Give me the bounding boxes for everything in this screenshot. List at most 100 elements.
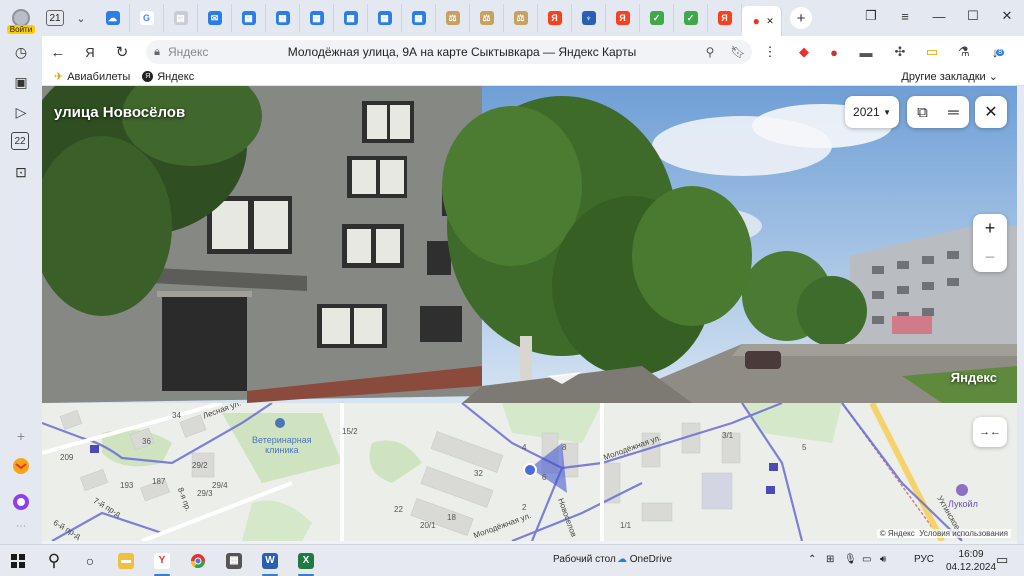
bookmark-item[interactable]: Я Яндекс (142, 71, 194, 83)
open-external-icon[interactable]: ⧉ (907, 104, 938, 121)
calendar-icon[interactable]: 22 (11, 132, 29, 150)
minimize-button[interactable]: — (922, 0, 956, 32)
browser-tab[interactable]: ⚖ (436, 4, 470, 32)
alice-icon[interactable] (11, 492, 31, 512)
browser-tab[interactable]: ⚖ (470, 4, 504, 32)
doc-icon: ▦ (377, 11, 392, 25)
doc-icon: ▦ (343, 11, 358, 25)
clock[interactable]: 16:09 04.12.2024 (946, 548, 996, 574)
browser-tab[interactable]: ▦ (368, 4, 402, 32)
collapse-map-button[interactable]: →← (973, 417, 1007, 447)
yandex-logo: Яндекс (950, 370, 997, 385)
mail-icon: ✉ (207, 11, 222, 25)
browser-tab[interactable]: Я (538, 4, 572, 32)
check-icon: ✓ (649, 11, 664, 25)
street-panorama[interactable]: улица Новосёлов 2021 ▼ ⧉ ═ ✕ + − Яндекс (42, 86, 1017, 403)
poi-label[interactable]: Лукойл (948, 499, 978, 509)
extension-icon[interactable]: ▬ (854, 40, 878, 64)
more-icon[interactable]: ⋯ (11, 516, 31, 536)
lock-icon[interactable]: 🔒︎ (146, 46, 168, 59)
browser-tab[interactable]: ✓ (674, 4, 708, 32)
browser-tab[interactable]: ⚖ (504, 4, 538, 32)
house-number: 29/2 (192, 461, 208, 470)
browser-tab[interactable]: ▦ (300, 4, 334, 32)
network-icon[interactable]: ⊞ (826, 554, 834, 565)
chrome-icon[interactable] (180, 545, 216, 576)
menu-icon[interactable]: ═ (938, 104, 969, 121)
other-bookmarks[interactable]: Другие закладки ⌄ (901, 70, 998, 83)
more-options-icon[interactable]: ⋮ (758, 40, 782, 64)
zoom-in-button[interactable]: + (985, 214, 996, 243)
browser-tab[interactable]: ✉ (198, 4, 232, 32)
bookmark-item[interactable]: ✈ Авиабилеты (54, 70, 130, 84)
microphone-icon[interactable]: 🎙︎ (844, 554, 857, 565)
browser-tab[interactable]: ✓ (640, 4, 674, 32)
extension-icon[interactable]: ● (822, 40, 846, 64)
notifications-icon[interactable]: ▭ (996, 552, 1008, 568)
tab-count-badge[interactable]: 21 (46, 10, 64, 26)
browser-tab[interactable]: ▦ (334, 4, 368, 32)
history-icon[interactable]: ◷ (11, 42, 31, 62)
browser-tab[interactable]: ▦ (232, 4, 266, 32)
collections-icon[interactable]: ▣ (11, 72, 31, 92)
volume-icon[interactable]: 🔊︎ (880, 554, 886, 565)
browser-tab[interactable]: Я (708, 4, 742, 32)
terms-link[interactable]: Условия использования (919, 529, 1008, 538)
desktop-label[interactable]: Рабочий стол (553, 554, 616, 565)
battery-icon[interactable]: ▭ (920, 40, 944, 64)
add-panel-icon[interactable]: + (11, 426, 31, 446)
word-icon[interactable]: W (252, 545, 288, 576)
bookmark-icon[interactable]: 🔖︎ (724, 45, 752, 59)
calculator-icon[interactable]: ▦ (216, 545, 252, 576)
file-explorer-icon[interactable]: ▬ (108, 545, 144, 576)
search-icon[interactable]: ⚲ (36, 545, 72, 576)
year-selector[interactable]: 2021 ▼ (845, 96, 899, 128)
extension-icon[interactable]: ⚗ (952, 40, 976, 64)
browser-tab[interactable]: ☁ (96, 4, 130, 32)
login-badge[interactable]: Войти (6, 25, 36, 34)
reload-button[interactable]: ↻ (106, 36, 138, 68)
mail-app-icon[interactable] (11, 456, 31, 476)
tab-strip: Войти 21 ⌄ ☁ G ▤ ✉ ▦ ▦ ▦ ▦ ▦ ▦ ⚖ ⚖ ⚖ Я ♆ Я ✓ ✓ Я ● ✕ + ❐ ≡ —… (0, 0, 1024, 36)
browser-tab[interactable]: Я (606, 4, 640, 32)
screenshot-icon[interactable]: ⊡ (11, 162, 31, 182)
browser-tab[interactable]: ▦ (402, 4, 436, 32)
mini-map[interactable]: Ветеринарная клиника Лукойл Лесная ул. Мо… (42, 403, 1017, 541)
browser-tab[interactable]: ▦ (266, 4, 300, 32)
yandex-home-button[interactable]: Я (74, 36, 106, 68)
taskbar: ⚲ ○ ▬ Y ▦ W X Рабочий стол ☁ OneDrive ⌃ … (0, 544, 1024, 576)
maximize-button[interactable]: ☐ (956, 0, 990, 32)
close-window-button[interactable]: ✕ (990, 0, 1024, 32)
chevron-down-icon[interactable]: ⌄ (70, 7, 92, 29)
new-tab-button[interactable]: + (790, 7, 812, 29)
puzzle-icon[interactable]: ✣ (888, 40, 912, 64)
play-icon[interactable]: ▷ (11, 102, 31, 122)
monitor-icon[interactable]: ▭ (862, 554, 871, 565)
tray-chevron-icon[interactable]: ⌃ (808, 554, 816, 565)
menu-icon[interactable]: ≡ (888, 0, 922, 32)
excel-icon[interactable]: X (288, 545, 324, 576)
tabs-view-icon[interactable]: ❐ (854, 0, 888, 32)
start-button[interactable] (0, 545, 36, 576)
browser-tab[interactable]: G (130, 4, 164, 32)
browser-tab[interactable]: ♆ (572, 4, 606, 32)
poi-label[interactable]: Ветеринарная клиника (252, 435, 312, 455)
browser-tab[interactable]: ▤ (164, 4, 198, 32)
onedrive-label[interactable]: ☁ OneDrive (617, 554, 672, 565)
extension-icon[interactable]: ◆ (792, 40, 816, 64)
task-view-icon[interactable]: ○ (72, 545, 108, 576)
location-pin-icon[interactable]: ⚲ (696, 45, 724, 59)
house-number: 18 (447, 513, 456, 522)
address-bar[interactable]: 🔒︎ Яндекс Молодёжная улица, 9А на карте … (146, 40, 752, 64)
language-indicator[interactable]: РУС (914, 554, 934, 565)
close-panorama-button[interactable]: ✕ (975, 96, 1007, 128)
scales-icon: ⚖ (479, 11, 494, 25)
profile-button[interactable]: Войти (0, 0, 42, 36)
yandex-browser-icon[interactable]: Y (144, 545, 180, 576)
downloads-icon[interactable]: ↓ 8 (986, 40, 1010, 64)
back-button[interactable]: ← (42, 36, 74, 68)
house-number: 6 (542, 473, 547, 482)
close-tab-icon[interactable]: ✕ (766, 16, 774, 27)
browser-tab-active[interactable]: ● ✕ (742, 6, 782, 36)
zoom-out-button[interactable]: − (985, 243, 996, 272)
